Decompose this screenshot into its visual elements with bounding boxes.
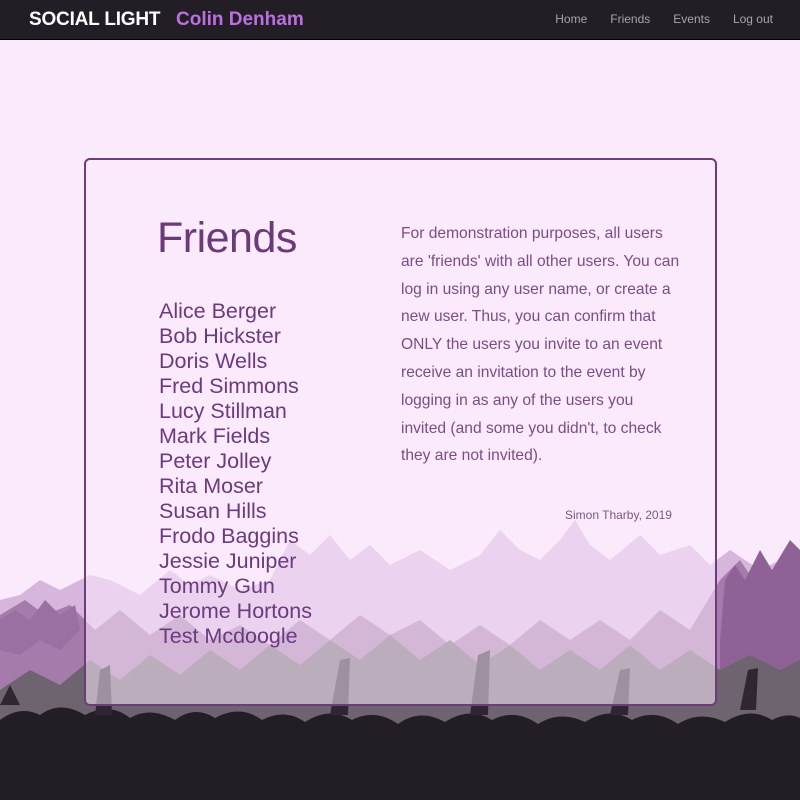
nav-link-home[interactable]: Home xyxy=(555,12,587,26)
author-credit: Simon Tharby, 2019 xyxy=(565,508,672,522)
nav-link-friends[interactable]: Friends xyxy=(610,12,650,26)
friend-item: Rita Moser xyxy=(159,474,263,498)
top-navbar: SOCIAL LIGHT Colin Denham Home Friends E… xyxy=(0,0,800,40)
current-user-name: Colin Denham xyxy=(176,9,304,30)
friend-item: Susan Hills xyxy=(159,499,267,523)
friend-item: Doris Wells xyxy=(159,349,268,373)
friend-item: Bob Hickster xyxy=(159,324,281,348)
friend-item: Tommy Gun xyxy=(159,574,275,598)
brand-logo-link[interactable]: SOCIAL LIGHT xyxy=(29,9,161,31)
demo-info-text: For demonstration purposes, all users ar… xyxy=(401,225,680,465)
friend-item: Jerome Hortons xyxy=(159,599,312,623)
friend-item: Frodo Baggins xyxy=(159,524,299,548)
nav-link-logout[interactable]: Log out xyxy=(733,12,773,26)
friend-item: Test Mcdoogle xyxy=(159,624,298,648)
friend-item: Lucy Stillman xyxy=(159,399,287,423)
friend-item: Fred Simmons xyxy=(159,374,299,398)
friend-item: Mark Fields xyxy=(159,424,271,448)
friend-item: Peter Jolley xyxy=(159,449,272,473)
nav-link-events[interactable]: Events xyxy=(673,12,710,26)
page-title: Friends xyxy=(157,214,297,262)
friends-list: Alice Berger Bob Hickster Doris Wells Fr… xyxy=(159,299,312,649)
friend-item: Alice Berger xyxy=(159,299,277,323)
friend-item: Jessie Juniper xyxy=(159,549,297,573)
nav-links: Home Friends Events Log out xyxy=(532,12,773,26)
